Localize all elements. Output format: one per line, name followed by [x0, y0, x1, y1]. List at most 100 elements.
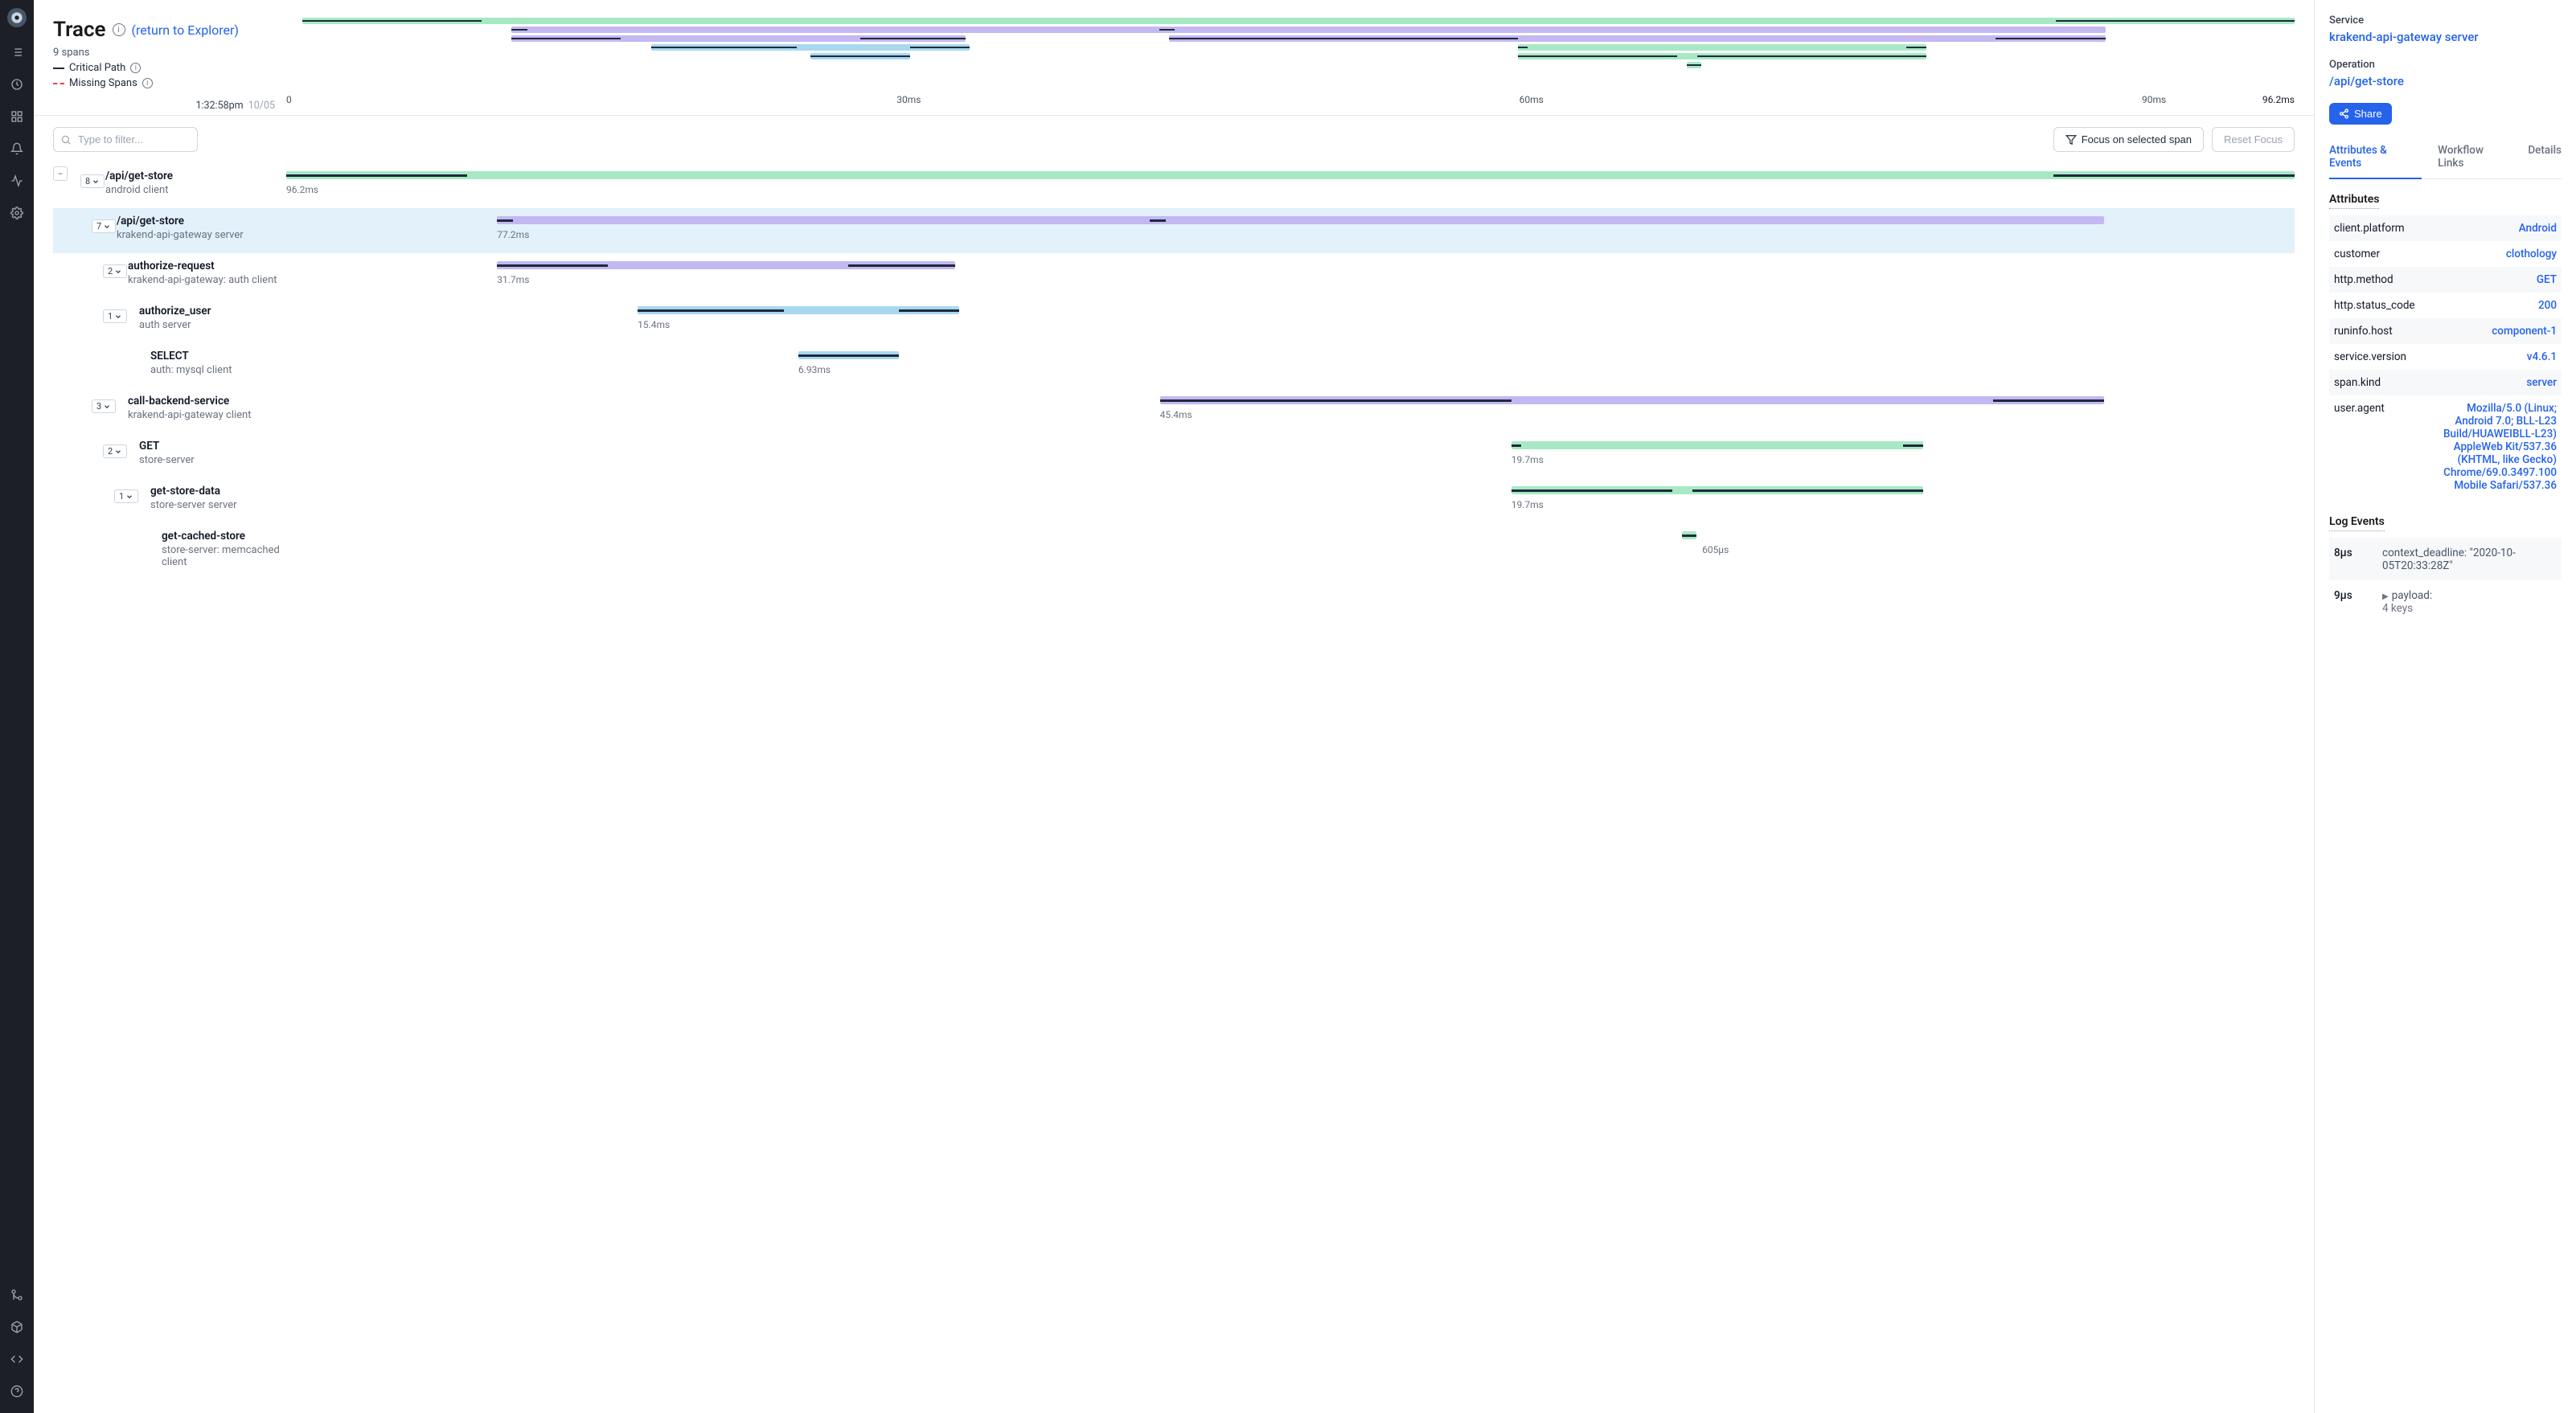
span-row[interactable]: 1 get-store-datastore-server server19.7m…	[53, 478, 2295, 523]
package-icon[interactable]	[10, 1320, 24, 1334]
critical-path-segment	[497, 264, 607, 267]
span-operation: authorize-request	[128, 260, 286, 272]
attribute-value[interactable]: clothology	[2506, 248, 2557, 260]
minimap-crit	[651, 47, 797, 48]
span-duration: 45.4ms	[1160, 409, 1192, 420]
span-operation: get-store-data	[150, 485, 286, 498]
attribute-value[interactable]: component-1	[2492, 325, 2557, 338]
span-row[interactable]: get-cached-storestore-server: memcached …	[53, 523, 2295, 573]
critical-path-segment	[1692, 489, 1923, 492]
list-icon[interactable]	[10, 45, 24, 59]
attribute-value[interactable]: 200	[2538, 299, 2557, 312]
tab-details[interactable]: Details	[2528, 139, 2562, 178]
child-count-badge[interactable]: 2	[103, 264, 127, 278]
attribute-row[interactable]: runinfo.hostcomponent-1	[2329, 318, 2562, 344]
info-icon[interactable]: i	[130, 63, 141, 73]
child-count-badge[interactable]: 3	[92, 399, 116, 413]
minimap-crit	[1906, 47, 1926, 48]
attribute-row[interactable]: span.kindserver	[2329, 370, 2562, 395]
tab-workflow-links[interactable]: Workflow Links	[2438, 139, 2512, 178]
attribute-row[interactable]: client.platformAndroid	[2329, 215, 2562, 241]
critical-path-segment	[1150, 219, 1166, 222]
axis-tick: 60ms	[1520, 94, 1544, 105]
operation-link[interactable]: /api/get-store	[2329, 74, 2562, 88]
minimap-crit	[302, 20, 482, 22]
child-count-badge[interactable]: 2	[103, 444, 127, 458]
info-icon[interactable]: i	[142, 78, 153, 88]
span-duration: 19.7ms	[1512, 499, 1544, 510]
critical-path-segment	[286, 174, 467, 177]
span-duration: 77.2ms	[497, 229, 529, 240]
span-service: krakend-api-gateway server	[117, 229, 286, 241]
child-count-badge[interactable]: 8	[80, 174, 105, 188]
attribute-key: http.method	[2334, 273, 2537, 286]
log-event-row[interactable]: 9µs▶payload:4 keys	[2329, 580, 2562, 623]
git-icon[interactable]	[10, 1288, 24, 1302]
span-operation: GET	[139, 440, 286, 453]
critical-path-segment	[1993, 399, 2103, 402]
span-row[interactable]: SELECTauth: mysql client6.93ms	[53, 343, 2295, 388]
span-duration: 605µs	[1702, 544, 1729, 555]
critical-path-segment	[1512, 444, 1521, 447]
bell-icon[interactable]	[10, 141, 24, 156]
log-event-row[interactable]: 8µscontext_deadline: "2020-10-05T20:33:2…	[2329, 538, 2562, 580]
help-icon[interactable]	[10, 1384, 24, 1399]
child-count-badge[interactable]: 7	[92, 219, 116, 233]
span-service: krakend-api-gateway: auth client	[128, 274, 286, 286]
minimap-crit	[511, 38, 621, 39]
service-link[interactable]: krakend-api-gateway server	[2329, 30, 2562, 44]
attribute-value[interactable]: Mozilla/5.0 (Linux; Android 7.0; BLL-L23…	[2436, 402, 2557, 492]
attribute-value[interactable]: GET	[2537, 273, 2557, 286]
span-operation: call-backend-service	[128, 395, 286, 408]
attribute-row[interactable]: http.methodGET	[2329, 267, 2562, 293]
search-input[interactable]	[53, 127, 198, 152]
child-count-badge[interactable]: 1	[103, 309, 127, 323]
focus-button[interactable]: Focus on selected span	[2053, 127, 2204, 152]
settings-icon[interactable]	[10, 206, 24, 220]
minimap[interactable]	[302, 18, 2295, 66]
span-row[interactable]: 3 call-backend-servicekrakend-api-gatewa…	[53, 388, 2295, 433]
attribute-row[interactable]: service.versionv4.6.1	[2329, 344, 2562, 370]
span-service: store-server	[139, 454, 286, 466]
grid-icon[interactable]	[10, 109, 24, 124]
span-row[interactable]: 7 /api/get-storekrakend-api-gateway serv…	[53, 208, 2295, 253]
attribute-value[interactable]: Android	[2519, 222, 2557, 235]
span-row[interactable]: 1 authorize_userauth server15.4ms	[53, 298, 2295, 343]
attributes-heading: Attributes	[2329, 193, 2379, 209]
span-row[interactable]: 2 authorize-request krakend-api-gateway: …	[53, 253, 2295, 298]
reset-focus-button[interactable]: Reset Focus	[2212, 127, 2295, 152]
axis-tick: 0	[286, 94, 292, 105]
attribute-row[interactable]: customerclothology	[2329, 241, 2562, 267]
code-icon[interactable]	[10, 1352, 24, 1366]
attribute-value[interactable]: v4.6.1	[2527, 350, 2557, 363]
span-service: android client	[105, 184, 286, 196]
span-row[interactable]: 2 GETstore-server19.7ms	[53, 433, 2295, 478]
span-row[interactable]: 8 /api/get-storeandroid client96.2ms	[53, 163, 2295, 208]
attribute-key: customer	[2334, 248, 2506, 260]
share-button[interactable]: Share	[2329, 103, 2392, 125]
search-icon	[60, 133, 72, 149]
minimap-crit	[1687, 64, 1700, 66]
activity-icon[interactable]	[10, 174, 24, 188]
attribute-key: runinfo.host	[2334, 325, 2492, 338]
span-operation: get-cached-store	[162, 530, 286, 543]
span-duration: 31.7ms	[497, 274, 529, 285]
attribute-key: service.version	[2334, 350, 2527, 363]
return-link[interactable]: (return to Explorer)	[132, 23, 239, 38]
log-time: 8µs	[2334, 547, 2366, 572]
attribute-row[interactable]: http.status_code200	[2329, 293, 2562, 318]
logo-icon[interactable]	[7, 8, 27, 27]
minimap-crit	[1697, 55, 1926, 57]
child-count-badge[interactable]: 1	[114, 489, 138, 503]
info-icon[interactable]: i	[113, 23, 125, 36]
legend-missing: Missing Spansi	[53, 77, 286, 89]
critical-path-segment	[899, 309, 959, 312]
attribute-value[interactable]: server	[2526, 376, 2557, 389]
attribute-row[interactable]: user.agentMozilla/5.0 (Linux; Android 7.…	[2329, 395, 2562, 498]
clock-icon[interactable]	[10, 77, 24, 92]
minimap-crit	[511, 29, 527, 31]
tab-attributes-events[interactable]: Attributes & Events	[2329, 139, 2422, 179]
minimap-crit	[810, 55, 910, 57]
attribute-key: client.platform	[2334, 222, 2519, 235]
critical-path-segment	[497, 219, 513, 222]
